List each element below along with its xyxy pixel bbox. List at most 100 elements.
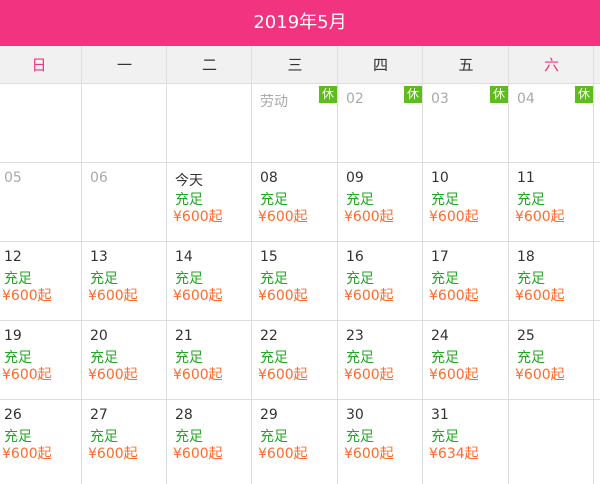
day-price: ¥600起 — [429, 288, 479, 304]
day-price: ¥600起 — [258, 367, 308, 383]
day-number: 16 — [346, 249, 364, 265]
calendar-grid: 劳动 休 02 休 03 休 04 休 05 06 今天 充足 ¥600起 08 充足 ¥600起 09 充足 ¥6… — [0, 84, 600, 484]
day-cell: 02 休 — [338, 84, 423, 163]
day-number: 02 — [346, 91, 364, 107]
day-number: 27 — [90, 407, 108, 423]
day-price: ¥600起 — [344, 288, 394, 304]
weekday-wed: 三 — [287, 56, 303, 74]
day-number: 06 — [90, 170, 108, 186]
weekday-sun: 日 — [31, 56, 47, 74]
day-cell[interactable]: 今天 充足 ¥600起 — [167, 163, 252, 242]
day-number: 23 — [346, 328, 364, 344]
day-cell: 03 休 — [423, 84, 509, 163]
empty-day-cell — [509, 400, 594, 484]
day-cell[interactable]: 27 充足 ¥600起 — [82, 400, 167, 484]
day-price: ¥600起 — [344, 209, 394, 225]
day-number: 20 — [90, 328, 108, 344]
weekday-fri: 五 — [458, 56, 474, 74]
day-price: ¥600起 — [88, 288, 138, 304]
day-price: ¥600起 — [2, 367, 52, 383]
day-number: 09 — [346, 170, 364, 186]
weekday-thu: 四 — [372, 56, 388, 74]
day-number: 12 — [4, 249, 22, 265]
day-number: 10 — [431, 170, 449, 186]
empty-day-cell — [167, 84, 252, 163]
day-cell[interactable]: 29 充足 ¥600起 — [252, 400, 338, 484]
day-price: ¥600起 — [515, 288, 565, 304]
day-price: ¥600起 — [258, 446, 308, 462]
day-price: ¥600起 — [88, 367, 138, 383]
day-price: ¥600起 — [258, 209, 308, 225]
day-price: ¥600起 — [515, 209, 565, 225]
day-cell[interactable]: 19 充足 ¥600起 — [0, 321, 82, 400]
day-cell[interactable]: 10 充足 ¥600起 — [423, 163, 509, 242]
day-cell[interactable]: 26 充足 ¥600起 — [0, 400, 82, 484]
day-cell[interactable]: 24 充足 ¥600起 — [423, 321, 509, 400]
day-cell[interactable]: 17 充足 ¥600起 — [423, 242, 509, 321]
day-cell: 05 — [0, 163, 82, 242]
day-number: 今天 — [175, 173, 203, 189]
day-cell: 04 休 — [509, 84, 594, 163]
day-cell[interactable]: 23 充足 ¥600起 — [338, 321, 423, 400]
day-price: ¥600起 — [429, 367, 479, 383]
weekday-mon: 一 — [116, 56, 132, 74]
holiday-badge: 休 — [575, 86, 593, 103]
day-cell[interactable]: 22 充足 ¥600起 — [252, 321, 338, 400]
day-number: 29 — [260, 407, 278, 423]
holiday-badge: 休 — [319, 86, 337, 103]
day-price: ¥600起 — [258, 288, 308, 304]
empty-day-cell — [82, 84, 167, 163]
day-number: 17 — [431, 249, 449, 265]
day-cell[interactable]: 14 充足 ¥600起 — [167, 242, 252, 321]
day-price: ¥600起 — [515, 367, 565, 383]
day-cell[interactable]: 18 充足 ¥600起 — [509, 242, 594, 321]
day-cell[interactable]: 12 充足 ¥600起 — [0, 242, 82, 321]
day-cell[interactable]: 30 充足 ¥600起 — [338, 400, 423, 484]
day-cell[interactable]: 21 充足 ¥600起 — [167, 321, 252, 400]
month-title: 2019年5月 — [253, 12, 347, 33]
day-cell[interactable]: 09 充足 ¥600起 — [338, 163, 423, 242]
empty-day-cell — [0, 84, 82, 163]
day-number: 04 — [517, 91, 535, 107]
day-number: 03 — [431, 91, 449, 107]
weekday-sat: 六 — [543, 56, 559, 74]
day-cell: 06 — [82, 163, 167, 242]
day-number: 22 — [260, 328, 278, 344]
weekday-tue: 二 — [201, 56, 217, 74]
day-cell[interactable]: 20 充足 ¥600起 — [82, 321, 167, 400]
day-cell[interactable]: 31 充足 ¥634起 — [423, 400, 509, 484]
day-number: 14 — [175, 249, 193, 265]
day-cell: 劳动 休 — [252, 84, 338, 163]
day-number: 30 — [346, 407, 364, 423]
day-price: ¥600起 — [344, 367, 394, 383]
day-number: 28 — [175, 407, 193, 423]
day-cell[interactable]: 11 充足 ¥600起 — [509, 163, 594, 242]
holiday-badge: 休 — [490, 86, 508, 103]
day-price: ¥634起 — [429, 446, 479, 462]
day-cell[interactable]: 16 充足 ¥600起 — [338, 242, 423, 321]
day-cell[interactable]: 28 充足 ¥600起 — [167, 400, 252, 484]
day-number: 15 — [260, 249, 278, 265]
day-price: ¥600起 — [173, 367, 223, 383]
day-number: 05 — [4, 170, 22, 186]
holiday-badge: 休 — [404, 86, 422, 103]
day-number: 08 — [260, 170, 278, 186]
day-price: ¥600起 — [2, 288, 52, 304]
day-number: 劳动 — [260, 94, 288, 110]
day-price: ¥600起 — [88, 446, 138, 462]
day-number: 19 — [4, 328, 22, 344]
day-price: ¥600起 — [344, 446, 394, 462]
day-price: ¥600起 — [173, 288, 223, 304]
day-cell[interactable]: 25 充足 ¥600起 — [509, 321, 594, 400]
day-price: ¥600起 — [173, 209, 223, 225]
day-number: 21 — [175, 328, 193, 344]
day-price: ¥600起 — [173, 446, 223, 462]
day-cell[interactable]: 15 充足 ¥600起 — [252, 242, 338, 321]
day-cell[interactable]: 08 充足 ¥600起 — [252, 163, 338, 242]
day-number: 26 — [4, 407, 22, 423]
day-number: 13 — [90, 249, 108, 265]
day-price: ¥600起 — [2, 446, 52, 462]
day-cell[interactable]: 13 充足 ¥600起 — [82, 242, 167, 321]
day-price: ¥600起 — [429, 209, 479, 225]
day-number: 31 — [431, 407, 449, 423]
